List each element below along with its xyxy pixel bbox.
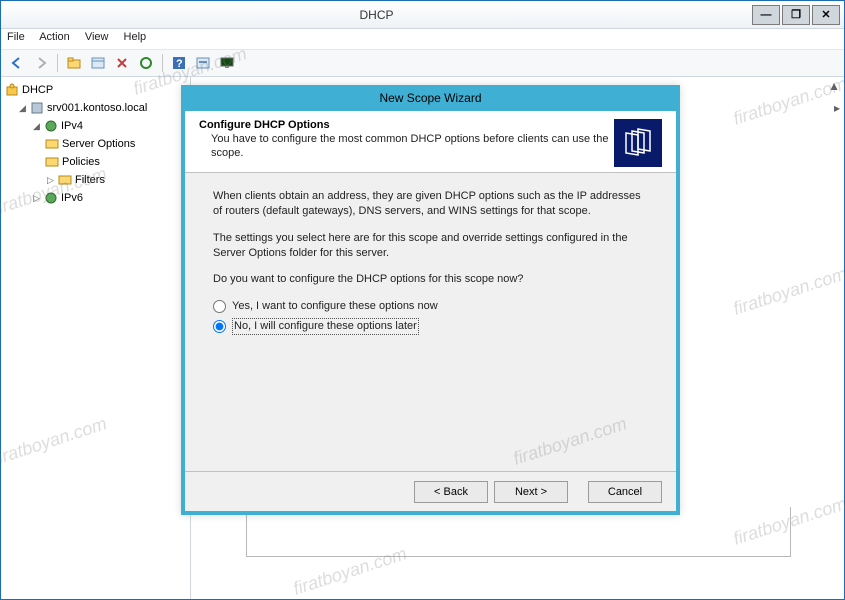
expander-icon[interactable]: ▷ <box>45 175 56 186</box>
menu-action[interactable]: Action <box>39 31 70 43</box>
radio-yes-label[interactable]: Yes, I want to configure these options n… <box>232 299 438 314</box>
tree-label: Policies <box>62 156 100 168</box>
radio-yes[interactable] <box>213 300 226 313</box>
tree-label: DHCP <box>22 84 53 96</box>
tree-ipv6[interactable]: ▷ IPv6 <box>3 189 188 207</box>
tree-label: IPv6 <box>61 192 83 204</box>
folder-icon <box>45 155 59 169</box>
radio-no[interactable] <box>213 320 226 333</box>
wizard-heading: Configure DHCP Options <box>199 119 614 131</box>
ipv4-icon <box>44 119 58 133</box>
folder-up-icon[interactable] <box>64 53 84 73</box>
tree-server-options[interactable]: Server Options <box>3 135 188 153</box>
minimize-button[interactable]: — <box>752 5 780 25</box>
dhcp-icon <box>5 83 19 97</box>
menu-help[interactable]: Help <box>124 31 147 43</box>
cancel-button[interactable]: Cancel <box>588 481 662 503</box>
menu-view[interactable]: View <box>85 31 109 43</box>
folder-icon <box>45 137 59 151</box>
wizard-paragraph-3: Do you want to configure the DHCP option… <box>213 272 648 287</box>
maximize-button[interactable]: ❐ <box>782 5 810 25</box>
window-title: DHCP <box>1 8 752 22</box>
toolbar-separator <box>57 54 58 72</box>
wizard-content: When clients obtain an address, they are… <box>185 173 676 471</box>
delete-icon[interactable] <box>112 53 132 73</box>
server-icon <box>30 101 44 115</box>
tree-root-dhcp[interactable]: DHCP <box>3 81 188 99</box>
ipv6-icon <box>44 191 58 205</box>
folder-icon <box>58 173 72 187</box>
wizard-footer: < Back Next > Cancel <box>185 471 676 511</box>
view-icon[interactable] <box>193 53 213 73</box>
close-button[interactable]: ✕ <box>812 5 840 25</box>
toolbar-separator <box>162 54 163 72</box>
tree-label: Filters <box>75 174 105 186</box>
main-titlebar: DHCP — ❐ ✕ <box>1 1 844 29</box>
tree-label: Server Options <box>62 138 135 150</box>
tree-policies[interactable]: Policies <box>3 153 188 171</box>
forward-icon[interactable] <box>31 53 51 73</box>
tree-ipv4[interactable]: ◢ IPv4 <box>3 117 188 135</box>
menu-file[interactable]: File <box>7 31 25 43</box>
help-icon[interactable]: ? <box>169 53 189 73</box>
expander-icon[interactable]: ◢ <box>17 103 28 114</box>
tree-panel: DHCP ◢ srv001.kontoso.local ◢ IPv4 Serve… <box>1 77 191 599</box>
tree-label: srv001.kontoso.local <box>47 102 147 114</box>
back-button[interactable]: < Back <box>414 481 488 503</box>
wizard-banner-icon <box>614 119 662 167</box>
new-scope-wizard-dialog: New Scope Wizard Configure DHCP Options … <box>181 85 680 515</box>
refresh-icon[interactable] <box>136 53 156 73</box>
wizard-title: New Scope Wizard <box>185 85 676 111</box>
properties-icon[interactable] <box>88 53 108 73</box>
next-button[interactable]: Next > <box>494 481 568 503</box>
svg-text:?: ? <box>176 58 183 70</box>
wizard-paragraph-2: The settings you select here are for thi… <box>213 231 648 261</box>
menu-bar: File Action View Help <box>1 29 844 49</box>
tree-label: IPv4 <box>61 120 83 132</box>
toolbar: ? <box>1 49 844 77</box>
scroll-up-icon[interactable]: ▲ <box>828 79 840 93</box>
tree-filters[interactable]: ▷ Filters <box>3 171 188 189</box>
radio-no-label[interactable]: No, I will configure these options later <box>232 318 419 335</box>
more-icon[interactable]: ▸ <box>834 101 840 115</box>
expander-icon[interactable]: ▷ <box>31 193 42 204</box>
back-icon[interactable] <box>7 53 27 73</box>
wizard-subtitle: You have to configure the most common DH… <box>199 133 614 161</box>
tree-server[interactable]: ◢ srv001.kontoso.local <box>3 99 188 117</box>
wizard-paragraph-1: When clients obtain an address, they are… <box>213 189 648 219</box>
monitor-icon[interactable] <box>217 53 237 73</box>
wizard-header: Configure DHCP Options You have to confi… <box>185 111 676 173</box>
expander-icon[interactable]: ◢ <box>31 121 42 132</box>
